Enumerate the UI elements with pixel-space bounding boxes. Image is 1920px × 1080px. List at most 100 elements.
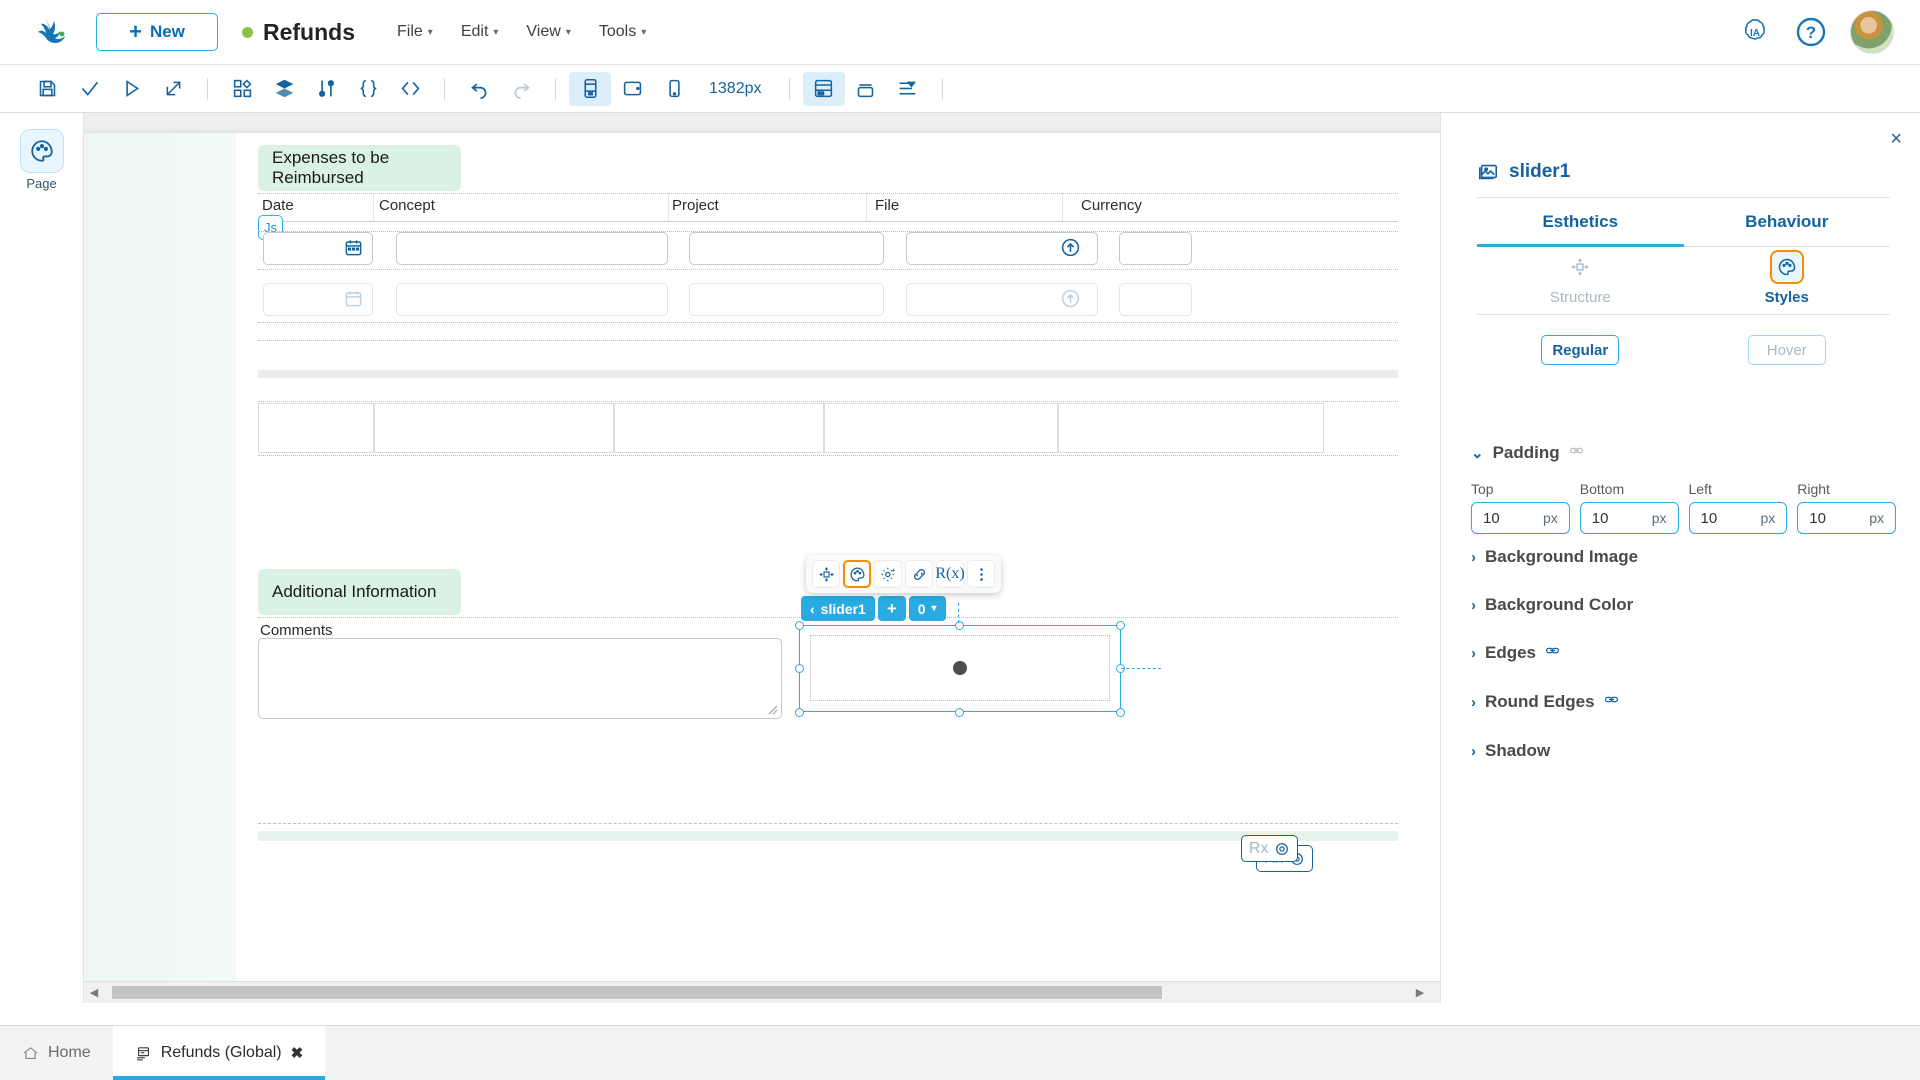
accordion-background-image-header[interactable]: › Background Image: [1471, 547, 1890, 567]
styles-palette-icon[interactable]: [843, 560, 871, 588]
more-options-icon[interactable]: [967, 560, 995, 588]
page-layout-icon[interactable]: [803, 72, 845, 106]
menu-file[interactable]: File ▾: [397, 23, 433, 41]
add-slide-button[interactable]: +: [878, 596, 906, 621]
scroll-thumb[interactable]: [112, 986, 1162, 999]
resize-handle-w[interactable]: [795, 664, 804, 673]
tablet-view-icon[interactable]: [611, 72, 653, 106]
rx-badge-label: Rx: [1249, 840, 1269, 858]
padding-bottom-input[interactable]: 10 px: [1580, 502, 1679, 534]
link-chain-icon[interactable]: [1569, 443, 1584, 463]
close-icon[interactable]: ×: [1890, 129, 1902, 149]
rx-badge-primary[interactable]: Rx: [1241, 835, 1298, 862]
input-project-row2[interactable]: [689, 283, 884, 316]
scroll-left-arrow[interactable]: ◀: [84, 986, 104, 999]
table-cell[interactable]: [374, 403, 614, 453]
link-chain-icon[interactable]: [905, 560, 933, 588]
frog-logo-icon[interactable]: [30, 10, 74, 54]
reactive-rx-icon[interactable]: R(x): [936, 560, 964, 588]
subtab-styles[interactable]: Styles: [1684, 250, 1891, 306]
main-menu: File ▾ Edit ▾ View ▾ Tools ▾: [397, 23, 646, 41]
filter-sort-icon[interactable]: [887, 72, 929, 106]
column-header-project: Project: [672, 197, 719, 214]
link-chain-icon[interactable]: [1604, 692, 1619, 712]
accordion-edges-header[interactable]: › Edges: [1471, 643, 1890, 663]
container-icon[interactable]: [845, 72, 887, 106]
padding-bottom-field: Bottom 10 px: [1580, 481, 1679, 534]
resize-handle-s[interactable]: [955, 708, 964, 717]
resize-handle-ne[interactable]: [1116, 621, 1125, 630]
element-floating-toolbar: R(x): [806, 555, 1001, 593]
tab-esthetics[interactable]: Esthetics: [1477, 199, 1684, 247]
state-hover-button[interactable]: Hover: [1748, 335, 1826, 365]
subtab-structure[interactable]: Structure: [1477, 250, 1684, 306]
padding-top-value: 10: [1483, 510, 1500, 527]
accordion-background-color-header[interactable]: › Background Color: [1471, 595, 1890, 615]
sidebar-item-page[interactable]: Page: [20, 129, 64, 191]
comments-textarea[interactable]: [258, 638, 782, 719]
help-icon[interactable]: ?: [1794, 15, 1828, 49]
resize-handle-se[interactable]: [1116, 708, 1125, 717]
input-project-row1[interactable]: [689, 232, 884, 265]
calendar-icon[interactable]: [344, 238, 363, 262]
resize-handle-n[interactable]: [955, 621, 964, 630]
new-button[interactable]: + New: [96, 13, 218, 51]
padding-left-input[interactable]: 10 px: [1689, 502, 1788, 534]
calendar-icon[interactable]: [344, 289, 363, 313]
run-play-icon[interactable]: [110, 72, 152, 106]
scroll-track[interactable]: [104, 986, 1410, 999]
slider-indicator-dot[interactable]: [953, 661, 967, 675]
save-icon[interactable]: [26, 72, 68, 106]
scroll-right-arrow[interactable]: ▶: [1410, 986, 1430, 999]
input-currency-row1[interactable]: [1119, 232, 1192, 265]
state-regular-button[interactable]: Regular: [1541, 335, 1619, 365]
code-tags-icon[interactable]: [389, 72, 431, 106]
section-header-additional[interactable]: Additional Information: [258, 569, 461, 615]
accordion-padding-header[interactable]: ⌄ Padding: [1471, 443, 1890, 463]
layers-stack-icon[interactable]: [263, 72, 305, 106]
table-cell[interactable]: [824, 403, 1058, 453]
padding-right-input[interactable]: 10 px: [1797, 502, 1896, 534]
accordion-shadow-header[interactable]: › Shadow: [1471, 741, 1890, 761]
menu-edit[interactable]: Edit ▾: [461, 23, 499, 41]
desktop-view-icon[interactable]: [569, 72, 611, 106]
accordion-round-edges-header[interactable]: › Round Edges: [1471, 692, 1890, 712]
data-sources-icon[interactable]: [305, 72, 347, 106]
deploy-share-icon[interactable]: [152, 72, 194, 106]
link-chain-icon[interactable]: [1545, 643, 1560, 663]
slide-index-select[interactable]: 0 ▾: [909, 596, 946, 621]
structure-move-icon[interactable]: [812, 560, 840, 588]
table-cell[interactable]: [258, 403, 374, 453]
redo-icon[interactable]: [500, 72, 542, 106]
tab-behaviour[interactable]: Behaviour: [1684, 199, 1891, 247]
undo-icon[interactable]: [458, 72, 500, 106]
selection-element-badge[interactable]: ‹ slider1: [801, 596, 875, 621]
close-icon[interactable]: ✖: [291, 1044, 304, 1062]
design-page[interactable]: Expenses to be Reimbursed Date Concept P…: [84, 133, 1474, 993]
table-cell[interactable]: [1058, 403, 1324, 453]
validate-check-icon[interactable]: [68, 72, 110, 106]
bottom-tab-home[interactable]: Home: [0, 1026, 113, 1080]
padding-top-input[interactable]: 10 px: [1471, 502, 1570, 534]
bottom-tab-refunds[interactable]: Refunds (Global) ✖: [113, 1026, 326, 1080]
components-grid-icon[interactable]: [221, 72, 263, 106]
section-header-expenses[interactable]: Expenses to be Reimbursed: [258, 145, 461, 191]
mobile-view-icon[interactable]: [653, 72, 695, 106]
menu-view[interactable]: View ▾: [526, 23, 570, 41]
resize-handle-sw[interactable]: [795, 708, 804, 717]
upload-icon[interactable]: [1060, 237, 1081, 263]
resize-handle-nw[interactable]: [795, 621, 804, 630]
input-concept-row1[interactable]: [396, 232, 668, 265]
ia-assistant-icon[interactable]: IA: [1738, 15, 1772, 49]
menu-tools[interactable]: Tools ▾: [599, 23, 646, 41]
settings-gear-icon[interactable]: [874, 560, 902, 588]
table-cell[interactable]: [614, 403, 824, 453]
resize-grip-icon[interactable]: [768, 705, 778, 715]
input-concept-row2[interactable]: [396, 283, 668, 316]
user-avatar[interactable]: [1850, 10, 1894, 54]
input-currency-row2[interactable]: [1119, 283, 1192, 316]
json-braces-icon[interactable]: [347, 72, 389, 106]
canvas-width-value[interactable]: 1382px: [695, 80, 776, 98]
panel-divider: [1477, 197, 1890, 198]
upload-icon[interactable]: [1060, 288, 1081, 314]
